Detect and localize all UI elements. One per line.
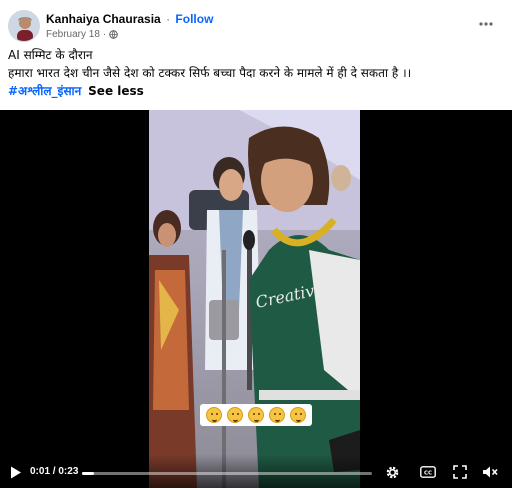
play-icon[interactable] xyxy=(8,464,24,480)
duration: 0:23 xyxy=(58,466,79,477)
name-separator: · xyxy=(166,12,171,26)
caption-line-1: AI सम्मिट के दौरान xyxy=(8,48,93,62)
face-emoji-icon xyxy=(247,407,264,423)
more-horizontal-icon[interactable] xyxy=(476,14,496,34)
progress-bar[interactable] xyxy=(82,472,372,475)
video-player[interactable]: Creative 0:01 / 0:23 CC xyxy=(0,110,512,488)
current-time: 0:01 xyxy=(30,466,51,477)
emoji-overlay xyxy=(200,404,312,426)
face-emoji-icon xyxy=(289,407,306,423)
caption-line-3: #अश्लील_इंसान See less xyxy=(8,82,504,100)
post-header: Kanhaiya Chaurasia · Follow February 18 … xyxy=(8,8,504,44)
hashtag-link[interactable]: #अश्लील_इंसान xyxy=(8,84,81,98)
video-frame[interactable]: Creative xyxy=(149,110,360,488)
facebook-post: Kanhaiya Chaurasia · Follow February 18 … xyxy=(0,0,512,488)
video-time: 0:01 / 0:23 xyxy=(30,466,78,477)
muted-speaker-icon[interactable] xyxy=(480,462,500,482)
face-emoji-icon xyxy=(206,407,223,423)
face-emoji-icon xyxy=(268,407,285,423)
caption-line-2: हमारा भारत देश चीन जैसे देश को टक्कर सिर… xyxy=(8,66,412,80)
post-meta: February 18 · xyxy=(46,29,119,40)
globe-icon xyxy=(109,30,119,39)
post-caption: AI सम्मिट के दौरान हमारा भारत देश चीन जै… xyxy=(8,46,504,100)
date-separator: · xyxy=(102,29,107,40)
video-controls: 0:01 / 0:23 CC xyxy=(0,454,512,488)
settings-gear-icon[interactable] xyxy=(382,462,402,482)
author-avatar[interactable] xyxy=(8,10,40,42)
fullscreen-icon[interactable] xyxy=(450,462,470,482)
closed-captions-icon[interactable]: CC xyxy=(418,462,438,482)
post-date[interactable]: February 18 xyxy=(46,29,100,40)
face-emoji-icon xyxy=(227,407,244,423)
author-line: Kanhaiya Chaurasia · Follow xyxy=(46,12,213,26)
svg-text:CC: CC xyxy=(424,471,432,477)
progress-fill xyxy=(82,472,94,475)
follow-button[interactable]: Follow xyxy=(175,12,213,26)
author-name[interactable]: Kanhaiya Chaurasia xyxy=(46,12,161,26)
see-less-button[interactable]: See less xyxy=(88,84,144,98)
